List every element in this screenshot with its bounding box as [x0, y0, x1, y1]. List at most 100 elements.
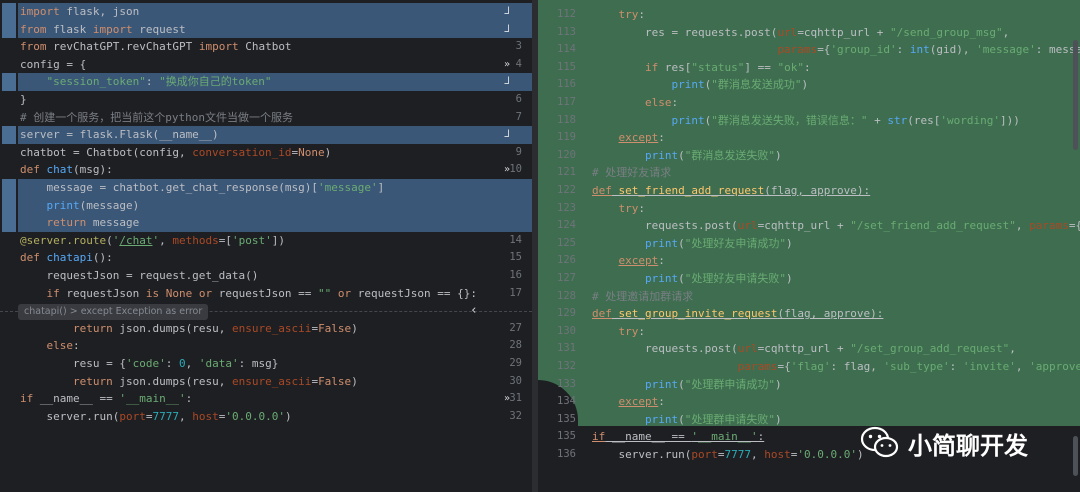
line-number: 16	[509, 269, 522, 281]
code-line[interactable]: 117 else:	[538, 94, 1080, 112]
left-editor-pane[interactable]: import flask, json ᒧ from flask import req…	[0, 0, 532, 492]
code-line[interactable]: 119 except:	[538, 129, 1080, 147]
line-number: 130	[557, 324, 576, 337]
code-text: "session_token": "换成你自己的token"	[46, 75, 272, 89]
watermark-text: 小简聊开发	[908, 431, 1028, 460]
code-line[interactable]: 127 print("处理好友申请失败")	[538, 270, 1080, 288]
chevron-left-icon[interactable]: ‹	[470, 303, 478, 318]
line-number: 135	[557, 412, 576, 425]
code-line[interactable]: "session_token": "换成你自己的token" ᒧ	[18, 73, 532, 91]
code-line[interactable]: 123 try:	[538, 200, 1080, 218]
code-text: except:	[618, 131, 665, 145]
right-editor-pane[interactable]: 112 try: 113 res = requests.post(url=cqht…	[538, 0, 1080, 492]
code-line[interactable]: 116 print("群消息发送成功")	[538, 76, 1080, 94]
code-line[interactable]: server.run(port=7777, host='0.0.0.0') 32	[18, 408, 532, 426]
code-line[interactable]: requestJson = request.get_data() 16	[18, 267, 532, 285]
code-line[interactable]: @server.route('/chat', methods=['post'])…	[18, 232, 532, 250]
code-line[interactable]: from flask import request ᒧ	[18, 20, 532, 39]
line-number: 15	[509, 251, 522, 264]
fold-icon[interactable]: »	[504, 390, 510, 408]
line-number: 136	[557, 448, 576, 460]
line-number: 112	[557, 8, 576, 20]
code-line[interactable]: else: 28	[18, 337, 532, 355]
line-number: 113	[557, 25, 576, 38]
line-number: 124	[557, 219, 576, 232]
code-line[interactable]: } 6	[18, 91, 532, 109]
watermark: 小简聊开发	[860, 425, 1028, 461]
code-line[interactable]: def chat(msg): 10»	[18, 161, 532, 179]
bookmark-icon[interactable]: ᒧ	[504, 3, 510, 21]
code-line[interactable]: print(message)	[18, 196, 532, 215]
code-line[interactable]: 130 try:	[538, 323, 1080, 341]
code-line[interactable]: return message	[18, 214, 532, 232]
scrollbar-thumb-lower[interactable]	[1073, 436, 1078, 476]
line-number: 9	[515, 145, 522, 158]
code-text: print("处理好友申请失败")	[644, 272, 793, 285]
bookmark-icon[interactable]: ᒧ	[504, 73, 510, 91]
code-line[interactable]: if requestJson is None or requestJson ==…	[18, 285, 532, 303]
code-text: @server.route('/chat', methods=['post'])	[20, 233, 285, 247]
code-line[interactable]: return json.dumps(resu, ensure_ascii=Fal…	[18, 320, 532, 338]
code-line[interactable]: resu = {'code': 0, 'data': msg} 29	[18, 355, 532, 373]
code-line[interactable]: 118 print("群消息发送失败，错误信息：" + str(res['wor…	[538, 112, 1080, 130]
line-number: 117	[557, 96, 576, 108]
code-text: return message	[46, 216, 140, 230]
breadcrumb[interactable]: chatapi() > except Exception as error	[18, 303, 209, 320]
scrollbar-thumb[interactable]	[1073, 40, 1078, 150]
code-line[interactable]: 114 params={'group_id': int(gid), 'messa…	[538, 41, 1080, 59]
code-line[interactable]: config = {4»	[18, 56, 532, 74]
code-text: print("群消息发送失败")	[644, 148, 782, 162]
code-text: # 创建一个服务，把当前这个python文件当做一个服务	[20, 110, 293, 124]
code-text: def set_friend_add_request(flag, approve…	[592, 184, 871, 197]
code-line[interactable]: import flask, json ᒧ	[18, 3, 532, 21]
bookmark-icon[interactable]: ᒧ	[504, 21, 510, 39]
line-number: 133	[557, 377, 576, 390]
code-text: chatbot = Chatbot(config, conversation_i…	[20, 145, 332, 159]
line-number: 128	[557, 289, 576, 302]
code-line[interactable]: 120 print("群消息发送失败")	[538, 147, 1080, 165]
code-text: except:	[618, 395, 665, 409]
bookmark-icon[interactable]: ᒧ	[504, 126, 510, 144]
line-number: 135	[557, 430, 576, 443]
line-number: 127	[557, 272, 576, 284]
code-line[interactable]: 133 print("处理群申请成功")	[538, 376, 1080, 394]
code-line[interactable]: 121 # 处理好友请求	[538, 164, 1080, 182]
code-line[interactable]: 112 try:	[538, 6, 1080, 24]
code-line[interactable]: chatbot = Chatbot(config, conversation_i…	[18, 144, 532, 162]
code-text: return json.dumps(resu, ensure_ascii=Fal…	[72, 374, 358, 388]
change-marker	[2, 3, 16, 21]
code-line[interactable]: from revChatGPT.revChatGPT import Chatbo…	[18, 38, 532, 56]
code-text: print("处理群申请失败")	[644, 412, 782, 426]
code-text: server.run(port=7777, host='0.0.0.0')	[20, 409, 292, 423]
line-number: 134	[557, 395, 576, 408]
code-line[interactable]: message = chatbot.get_chat_response(msg)…	[18, 179, 532, 197]
code-line[interactable]: 125 print("处理好友申请成功")	[538, 235, 1080, 253]
fold-icon[interactable]: »	[504, 56, 510, 74]
line-number: 126	[557, 254, 576, 267]
code-line[interactable]: 134 except:	[538, 393, 1080, 411]
code-line[interactable]: # 创建一个服务，把当前这个python文件当做一个服务 7	[18, 109, 532, 127]
line-number: 129	[557, 307, 576, 320]
code-line[interactable]: 115 if res["status"] == "ok":	[538, 59, 1080, 77]
line-number: 114	[557, 43, 576, 56]
code-line[interactable]: 122 def set_friend_add_request(flag, appr…	[538, 182, 1080, 200]
code-line[interactable]: 128 # 处理邀请加群请求	[538, 288, 1080, 306]
code-line[interactable]: return json.dumps(resu, ensure_ascii=Fal…	[18, 373, 532, 391]
code-text: requests.post(url=cqhttp_url + "/set_fri…	[592, 219, 1080, 233]
code-line[interactable]: 124 requests.post(url=cqhttp_url + "/set…	[538, 217, 1080, 235]
code-text: }	[20, 93, 27, 106]
change-marker	[2, 73, 16, 91]
line-number: 32	[509, 409, 522, 422]
code-line[interactable]: if __name__ == '__main__': 31»	[18, 390, 532, 408]
code-line[interactable]: 126 except:	[538, 252, 1080, 270]
code-line[interactable]: 129 def set_group_invite_request(flag, ap…	[538, 305, 1080, 323]
code-text: if __name__ == '__main__':	[20, 392, 193, 406]
code-line[interactable]: 131 requests.post(url=cqhttp_url + "/set…	[538, 340, 1080, 358]
line-number: 7	[515, 110, 522, 123]
fold-icon[interactable]: »	[504, 161, 510, 179]
code-line[interactable]: 113 res = requests.post(url=cqhttp_url +…	[538, 24, 1080, 42]
code-line[interactable]: def chatapi(): 15	[18, 249, 532, 267]
fold-breadcrumb-label[interactable]: chatapi() > except Exception as error	[18, 304, 209, 320]
code-line[interactable]: server = flask.Flask(__name__) ᒧ	[18, 126, 532, 144]
code-line[interactable]: 132 params={'flag': flag, 'sub_type': 'i…	[538, 358, 1080, 376]
